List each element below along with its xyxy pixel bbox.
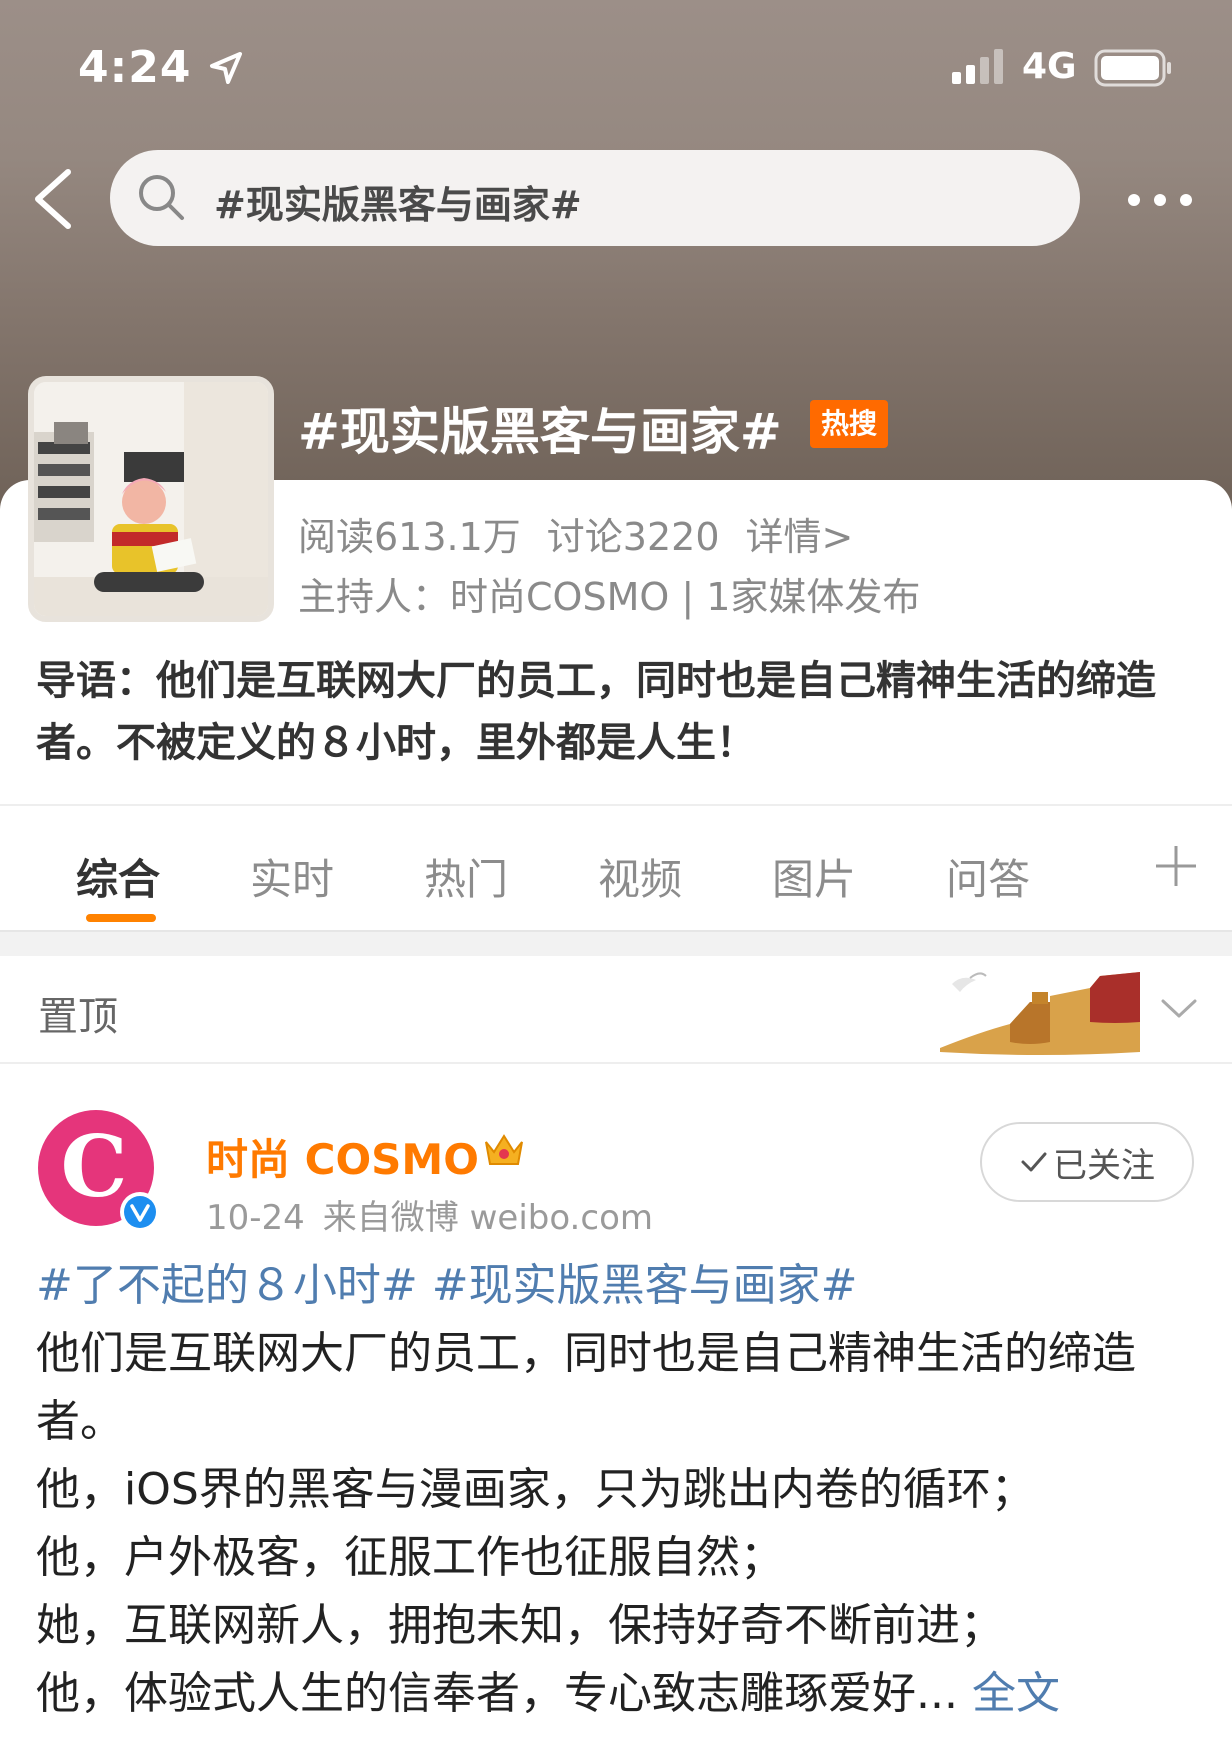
author-avatar[interactable]: C <box>36 1108 164 1236</box>
topic-stats: 阅读613.1万 讨论3220 详情> <box>298 506 879 561</box>
more-options-icon[interactable] <box>1124 180 1196 220</box>
post-body: #了不起的８小时# #现实版黑客与画家# 他们是互联网大厂的员工，同时也是自己精… <box>36 1252 1216 1728</box>
search-bar[interactable]: #现实版黑客与画家# <box>110 150 1080 246</box>
post-line: 他，iOS界的黑客与漫画家，只为跳出内卷的循环； <box>36 1464 1035 1515</box>
great-wall-illustration <box>940 972 1140 1055</box>
discussion-count: 讨论3220 <box>546 515 720 559</box>
tab-qa[interactable]: 问答 <box>946 846 1030 907</box>
post-line: 她，互联网新人，拥抱未知，保持好奇不断前进； <box>36 1600 1004 1651</box>
active-tab-indicator <box>86 914 156 922</box>
topic-title: #现实版黑客与画家# <box>298 403 782 461</box>
post-meta: 10-24 来自微博 weibo.com <box>206 1190 671 1239</box>
topic-cover-image[interactable] <box>28 376 274 622</box>
tab-comprehensive[interactable]: 综合 <box>76 846 160 907</box>
add-tab-icon[interactable] <box>1154 844 1198 888</box>
post-date: 10-24 <box>206 1198 305 1238</box>
status-time: 4:24 <box>78 42 192 93</box>
follow-button[interactable]: 已关注 <box>980 1122 1194 1202</box>
post-line: 他们是互联网大厂的员工，同时也是自己精神生活的缔造者。 <box>36 1328 1136 1447</box>
cellular-signal-icon <box>952 49 1003 84</box>
back-button[interactable] <box>28 166 78 232</box>
tab-images[interactable]: 图片 <box>772 846 856 907</box>
topic-host[interactable]: 主持人：时尚COSMO | 1家媒体发布 <box>298 566 920 621</box>
post-source: 来自微博 weibo.com <box>322 1198 653 1238</box>
full-text-link[interactable]: 全文 <box>972 1668 1060 1719</box>
details-link[interactable]: 详情> <box>746 515 854 559</box>
post-line: 他，户外极客，征服工作也征服自然； <box>36 1532 784 1583</box>
read-count: 阅读613.1万 <box>298 515 521 559</box>
battery-icon <box>1094 49 1171 87</box>
location-arrow-icon <box>210 52 242 84</box>
network-type: 4G <box>1022 46 1077 87</box>
tab-realtime[interactable]: 实时 <box>250 846 334 907</box>
topic-cover-illustration <box>34 382 268 616</box>
follow-label: 已关注 <box>1053 1145 1155 1186</box>
post-line: 他，体验式人生的信奉者，专心致志雕琢爱好... <box>36 1668 958 1719</box>
author-name[interactable]: 时尚 COSMO <box>206 1126 479 1187</box>
tab-video[interactable]: 视频 <box>598 846 682 907</box>
post-last-line: 他，体验式人生的信奉者，专心致志雕琢爱好... 全文 <box>36 1660 1216 1728</box>
crown-icon <box>485 1134 523 1165</box>
svg-text:C: C <box>61 1117 128 1216</box>
tab-bar: 综合 实时 热门 视频 图片 问答 <box>0 806 1232 926</box>
weibo-post: C 时尚 COSMO 10-24 来自微博 weibo.com 已关注 #了不起的… <box>0 1066 1232 1738</box>
pinned-label: 置顶 <box>38 994 118 1040</box>
post-hashtags[interactable]: #了不起的８小时# #现实版黑客与画家# <box>36 1252 1216 1320</box>
search-icon <box>139 175 184 220</box>
tab-hot[interactable]: 热门 <box>424 846 508 907</box>
topic-intro: 导语：他们是互联网大厂的员工，同时也是自己精神生活的缔造者。不被定义的８小时，里… <box>36 658 1156 766</box>
status-bar: 4:24 4G <box>0 0 1232 140</box>
hot-search-badge: 热搜 <box>810 400 888 448</box>
pinned-row[interactable]: 置顶 <box>0 956 1232 1064</box>
section-gap <box>0 930 1232 956</box>
search-query: #现实版黑客与画家# <box>214 183 582 227</box>
check-icon <box>1021 1152 1047 1172</box>
chevron-down-icon[interactable] <box>1160 996 1198 1022</box>
